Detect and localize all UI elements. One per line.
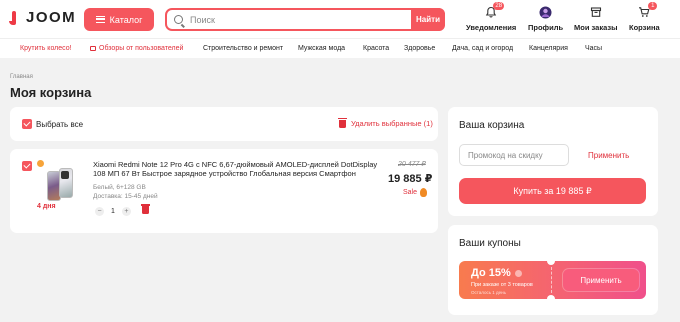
coupons-title: Ваши купоны (459, 238, 521, 249)
category-bar: Крутить колесо! Обзоры от пользователей … (0, 38, 680, 58)
promo-apply-button[interactable]: Применить (588, 151, 629, 160)
search-bar: Найти (165, 8, 445, 31)
coupon-condition: При заказе от 3 товаров (471, 282, 533, 288)
logo-icon (9, 10, 16, 25)
category-reviews[interactable]: Обзоры от пользователей (90, 45, 183, 52)
old-price: 20 477 ₽ (398, 161, 426, 168)
coupon-notch-bottom (547, 295, 555, 299)
select-all-label: Выбрать все (36, 120, 84, 129)
quantity-increase-button[interactable]: + (121, 206, 131, 216)
delivery-tag: 4 дня (37, 203, 56, 210)
sale-label: Sale (403, 189, 418, 196)
delete-selected-button[interactable]: Удалить выбранные (1) (338, 117, 433, 128)
fire-icon (420, 188, 428, 197)
seller-badge-icon (37, 160, 44, 167)
trash-icon (338, 117, 347, 128)
cart-label: Корзина (629, 23, 660, 32)
logo[interactable]: JOOM (9, 9, 77, 26)
search-input[interactable] (190, 14, 411, 25)
product-delivery: Доставка: 15-45 дней (93, 193, 158, 200)
menu-icon (95, 16, 105, 23)
reviews-icon (90, 46, 96, 51)
current-price: 19 885 ₽ (388, 173, 433, 185)
top-bar: JOOM Каталог Найти 28 Уведомления Профил… (0, 0, 680, 38)
nav-cart[interactable]: 1 Корзина (629, 2, 660, 32)
nav-notifications[interactable]: 28 Уведомления (466, 2, 517, 32)
summary-title: Ваша корзина (459, 120, 525, 131)
page-title: Моя корзина (10, 85, 92, 100)
nav-orders[interactable]: Мои заказы (574, 5, 617, 32)
item-checkbox[interactable] (22, 161, 32, 171)
category-construction[interactable]: Строительство и ремонт (203, 45, 283, 52)
product-image[interactable] (44, 166, 78, 204)
product-title[interactable]: Xiaomi Redmi Note 12 Pro 4G с NFC 6,67-д… (93, 160, 385, 178)
info-icon[interactable] (514, 269, 522, 277)
search-button[interactable]: Найти (411, 8, 445, 31)
avatar-icon (539, 5, 553, 19)
category-beauty[interactable]: Красота (363, 45, 389, 52)
search-icon (174, 15, 183, 24)
category-reviews-label: Обзоры от пользователей (99, 45, 184, 52)
delete-selected-label: Удалить выбранные (1) (351, 119, 433, 128)
coupon-apply-button[interactable]: Применить (563, 269, 639, 291)
bell-icon: 28 (484, 2, 505, 19)
notifications-label: Уведомления (466, 23, 517, 32)
category-watches[interactable]: Часы (585, 45, 602, 52)
buy-button[interactable]: Купить за 19 885 ₽ (459, 178, 646, 204)
notifications-badge: 28 (493, 2, 505, 10)
catalog-label: Каталог (109, 14, 143, 25)
category-stationery[interactable]: Канцелярия (529, 45, 568, 52)
coupon-discount: До 15% (471, 267, 522, 279)
buy-button-label: Купить за 19 885 ₽ (513, 185, 592, 196)
trash-icon (140, 204, 150, 214)
category-health[interactable]: Здоровье (404, 45, 435, 52)
sale-badge: Sale (403, 188, 428, 197)
orders-label: Мои заказы (574, 23, 618, 32)
select-all-checkbox[interactable] (22, 119, 32, 129)
coupon-notch-top (547, 261, 555, 265)
camera-module (61, 171, 69, 179)
promo-code-input[interactable] (459, 144, 569, 166)
cart-icon: 1 (637, 2, 658, 19)
coupon-discount-value: До 15% (471, 267, 511, 279)
breadcrumb[interactable]: Главная (10, 74, 33, 80)
quantity-value: 1 (111, 207, 115, 215)
category-garden[interactable]: Дача, сад и огород (452, 45, 513, 52)
product-variant: Белый, 6+128 GB (93, 184, 146, 191)
box-icon (589, 5, 603, 19)
coupon-divider (551, 267, 552, 293)
quantity-decrease-button[interactable]: − (95, 206, 104, 216)
delete-item-button[interactable] (140, 204, 150, 216)
profile-label: Профиль (528, 23, 564, 32)
nav-profile[interactable]: Профиль (528, 5, 563, 32)
select-all-card: Выбрать все Удалить выбранные (1) (10, 107, 438, 141)
coupon-card: До 15% При заказе от 3 товаров Осталось … (459, 261, 646, 299)
coupon-expiry: Осталось 1 день (471, 290, 506, 295)
category-wheel[interactable]: Крутить колесо! (20, 45, 72, 52)
quantity-stepper: − 1 + (95, 204, 150, 216)
cart-badge: 1 (648, 2, 658, 10)
catalog-button[interactable]: Каталог (84, 8, 154, 31)
category-men-fashion[interactable]: Мужская мода (298, 45, 345, 52)
logo-text: JOOM (26, 9, 77, 26)
